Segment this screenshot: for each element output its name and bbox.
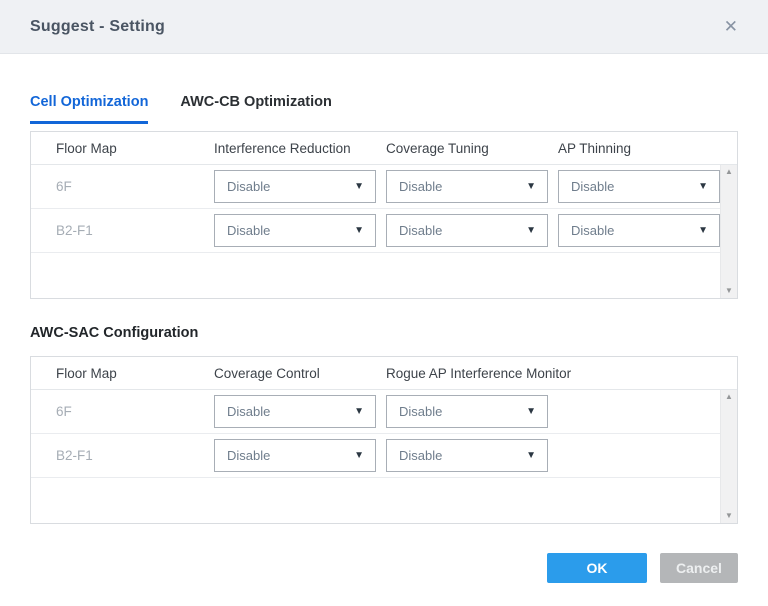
chevron-down-icon: ▼ bbox=[526, 451, 536, 461]
dialog-content: Cell Optimization AWC-CB Optimization Fl… bbox=[0, 94, 768, 524]
ap-thinning-select-6f[interactable]: Disable ▼ bbox=[558, 170, 720, 203]
dialog-header: Suggest - Setting ✕ bbox=[0, 0, 768, 54]
ok-button[interactable]: OK bbox=[547, 553, 647, 583]
awc-sac-table-header: Floor Map Coverage Control Rogue AP Inte… bbox=[31, 357, 737, 390]
awc-sac-table-body: 6F Disable ▼ Disable ▼ bbox=[31, 390, 737, 523]
tab-awc-cb-optimization[interactable]: AWC-CB Optimization bbox=[180, 94, 331, 124]
scroll-down-icon[interactable]: ▼ bbox=[725, 512, 733, 520]
suggest-setting-dialog: Suggest - Setting ✕ Cell Optimization AW… bbox=[0, 0, 768, 606]
dropdown-value: Disable bbox=[571, 223, 614, 238]
cell-optimization-table: Floor Map Interference Reduction Coverag… bbox=[30, 131, 738, 299]
coverage-tuning-select-b2f1[interactable]: Disable ▼ bbox=[386, 214, 548, 247]
cell-optimization-table-body: 6F Disable ▼ Disable ▼ bbox=[31, 165, 737, 298]
chevron-down-icon: ▼ bbox=[354, 182, 364, 192]
column-header-coverage-control: Coverage Control bbox=[214, 366, 386, 381]
tab-cell-optimization[interactable]: Cell Optimization bbox=[30, 94, 148, 124]
floor-map-label: B2-F1 bbox=[31, 223, 214, 238]
awc-sac-configuration-table: Floor Map Coverage Control Rogue AP Inte… bbox=[30, 356, 738, 524]
column-header-floor-map: Floor Map bbox=[31, 141, 214, 156]
cancel-button[interactable]: Cancel bbox=[660, 553, 738, 583]
dropdown-value: Disable bbox=[227, 404, 270, 419]
rogue-ap-monitor-select-b2f1[interactable]: Disable ▼ bbox=[386, 439, 548, 472]
dropdown-value: Disable bbox=[399, 448, 442, 463]
vertical-scrollbar[interactable]: ▲ ▼ bbox=[720, 165, 737, 298]
cell-optimization-table-header: Floor Map Interference Reduction Coverag… bbox=[31, 132, 737, 165]
coverage-control-select-6f[interactable]: Disable ▼ bbox=[214, 395, 376, 428]
awc-sac-configuration-heading: AWC-SAC Configuration bbox=[30, 325, 738, 341]
vertical-scrollbar[interactable]: ▲ ▼ bbox=[720, 390, 737, 523]
scroll-down-icon[interactable]: ▼ bbox=[725, 287, 733, 295]
coverage-control-select-b2f1[interactable]: Disable ▼ bbox=[214, 439, 376, 472]
close-icon[interactable]: ✕ bbox=[724, 18, 738, 35]
dropdown-value: Disable bbox=[227, 223, 270, 238]
column-header-coverage-tuning: Coverage Tuning bbox=[386, 141, 558, 156]
rogue-ap-monitor-select-6f[interactable]: Disable ▼ bbox=[386, 395, 548, 428]
dropdown-value: Disable bbox=[399, 404, 442, 419]
chevron-down-icon: ▼ bbox=[526, 226, 536, 236]
chevron-down-icon: ▼ bbox=[354, 451, 364, 461]
table-row: 6F Disable ▼ Disable ▼ bbox=[31, 390, 737, 434]
chevron-down-icon: ▼ bbox=[698, 182, 708, 192]
chevron-down-icon: ▼ bbox=[354, 407, 364, 417]
scroll-up-icon[interactable]: ▲ bbox=[725, 168, 733, 176]
interference-reduction-select-b2f1[interactable]: Disable ▼ bbox=[214, 214, 376, 247]
chevron-down-icon: ▼ bbox=[354, 226, 364, 236]
floor-map-label: 6F bbox=[31, 404, 214, 419]
column-header-rogue-ap-interference-monitor: Rogue AP Interference Monitor bbox=[386, 366, 686, 381]
dialog-title: Suggest - Setting bbox=[30, 18, 165, 36]
dropdown-value: Disable bbox=[227, 448, 270, 463]
dialog-footer: OK Cancel bbox=[547, 553, 738, 583]
column-header-interference-reduction: Interference Reduction bbox=[214, 141, 386, 156]
dropdown-value: Disable bbox=[571, 179, 614, 194]
dropdown-value: Disable bbox=[399, 223, 442, 238]
chevron-down-icon: ▼ bbox=[698, 226, 708, 236]
tab-bar: Cell Optimization AWC-CB Optimization bbox=[30, 94, 738, 124]
dropdown-value: Disable bbox=[227, 179, 270, 194]
ap-thinning-select-b2f1[interactable]: Disable ▼ bbox=[558, 214, 720, 247]
interference-reduction-select-6f[interactable]: Disable ▼ bbox=[214, 170, 376, 203]
column-header-floor-map: Floor Map bbox=[31, 366, 214, 381]
scroll-up-icon[interactable]: ▲ bbox=[725, 393, 733, 401]
chevron-down-icon: ▼ bbox=[526, 182, 536, 192]
dropdown-value: Disable bbox=[399, 179, 442, 194]
floor-map-label: B2-F1 bbox=[31, 448, 214, 463]
chevron-down-icon: ▼ bbox=[526, 407, 536, 417]
floor-map-label: 6F bbox=[31, 179, 214, 194]
column-header-ap-thinning: AP Thinning bbox=[558, 141, 730, 156]
coverage-tuning-select-6f[interactable]: Disable ▼ bbox=[386, 170, 548, 203]
table-row: B2-F1 Disable ▼ Disable ▼ bbox=[31, 209, 737, 253]
table-row: B2-F1 Disable ▼ Disable ▼ bbox=[31, 434, 737, 478]
table-row: 6F Disable ▼ Disable ▼ bbox=[31, 165, 737, 209]
